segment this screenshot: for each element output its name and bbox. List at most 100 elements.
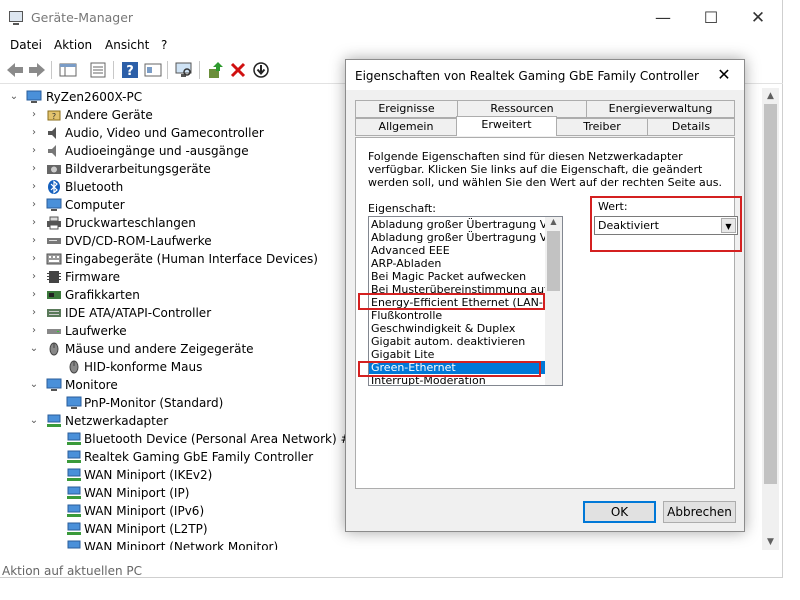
list-item[interactable]: Bei Magic Packet aufwecken (371, 270, 545, 283)
back-arrow-icon[interactable] (5, 60, 25, 80)
tree-item-label: Bluetooth Device (Personal Area Network)… (84, 432, 359, 446)
list-item[interactable]: Flußkontrolle (371, 309, 545, 322)
scan-hardware-icon[interactable] (174, 60, 194, 80)
tree-item[interactable]: › Firmware (28, 268, 328, 286)
chevron-right-icon[interactable]: › (28, 178, 40, 196)
chevron-right-icon[interactable]: › (28, 106, 40, 124)
tab-ereignisse[interactable]: Ereignisse (355, 100, 458, 118)
list-scrollbar[interactable]: ▲ (545, 217, 562, 385)
chevron-down-icon[interactable]: ▼ (721, 218, 736, 233)
menu-help[interactable]: ? (161, 38, 167, 52)
tree-item[interactable]: › Bildverarbeitungsgeräte (28, 160, 328, 178)
tab-energieverwaltung[interactable]: Energieverwaltung (586, 100, 735, 118)
tree-item[interactable]: ⌄ Mäuse und andere Zeigegeräte (28, 340, 328, 358)
scroll-down-arrow-icon[interactable]: ▼ (762, 534, 779, 550)
tab-erweitert[interactable]: Erweitert (456, 116, 557, 136)
tree-item[interactable]: › Druckwarteschlangen (28, 214, 328, 232)
tree-item[interactable]: PnP-Monitor (Standard) (66, 394, 366, 412)
chevron-right-icon[interactable]: › (28, 268, 40, 286)
forward-arrow-icon[interactable] (27, 60, 47, 80)
chevron-down-icon[interactable]: ⌄ (28, 340, 40, 358)
title-bar: Geräte-Manager — ☐ ✕ (0, 0, 783, 34)
tree-item[interactable]: › Eingabegeräte (Human Interface Devices) (28, 250, 328, 268)
chevron-down-icon[interactable]: ⌄ (28, 412, 40, 430)
chevron-right-icon[interactable]: › (28, 196, 40, 214)
tree-item[interactable]: › Audioeingänge und -ausgänge (28, 142, 328, 160)
disable-device-icon[interactable] (251, 60, 271, 80)
close-button[interactable]: ✕ (735, 5, 781, 31)
tree-item[interactable]: › Audio, Video und Gamecontroller (28, 124, 328, 142)
ok-button[interactable]: OK (583, 501, 656, 523)
tree-item[interactable]: HID-konforme Maus (66, 358, 366, 376)
list-item[interactable]: Abladung großer Übertragung V2 (IPv6) (371, 231, 545, 244)
chevron-right-icon[interactable]: › (28, 304, 40, 322)
help-icon[interactable]: ? (120, 60, 140, 80)
chevron-right-icon[interactable]: › (28, 232, 40, 250)
tree-item-label: Audio, Video und Gamecontroller (65, 126, 264, 140)
chevron-down-icon[interactable]: ⌄ (8, 88, 20, 106)
chevron-right-icon[interactable]: › (28, 160, 40, 178)
list-item[interactable]: Gigabit autom. deaktivieren (371, 335, 545, 348)
tree-item[interactable]: › Laufwerke (28, 322, 328, 340)
cancel-button[interactable]: Abbrechen (663, 501, 736, 523)
chevron-down-icon[interactable]: ⌄ (28, 376, 40, 394)
value-dropdown[interactable]: Deaktiviert ▼ (594, 216, 738, 235)
tree-item-label: Realtek Gaming GbE Family Controller (84, 450, 314, 464)
scroll-up-arrow-icon[interactable]: ▲ (545, 217, 562, 230)
list-item[interactable]: Advanced EEE (371, 244, 545, 257)
tree-item[interactable]: › Grafikkarten (28, 286, 328, 304)
list-item[interactable]: ARP-Abladen (371, 257, 545, 270)
display-adapter-icon (47, 291, 61, 299)
tree-item[interactable]: › Bluetooth (28, 178, 328, 196)
tree-item[interactable]: › IDE ATA/ATAPI-Controller (28, 304, 328, 322)
tab-allgemein[interactable]: Allgemein (355, 118, 457, 136)
tree-item[interactable]: Realtek Gaming GbE Family Controller (66, 448, 366, 466)
chevron-right-icon[interactable]: › (28, 250, 40, 268)
dialog-close-button[interactable]: ✕ (712, 64, 736, 86)
minimize-button[interactable]: — (640, 5, 686, 31)
tree-item[interactable]: WAN Miniport (Network Monitor) (66, 538, 366, 550)
mouse-icon (69, 360, 79, 374)
scroll-thumb[interactable] (764, 104, 777, 484)
properties-icon[interactable] (88, 60, 108, 80)
show-hide-console-tree-icon[interactable] (58, 60, 78, 80)
menu-aktion[interactable]: Aktion (54, 38, 92, 52)
menu-ansicht[interactable]: Ansicht (105, 38, 149, 52)
list-item[interactable]: Geschwindigkeit & Duplex (371, 322, 545, 335)
tree-item[interactable]: › Computer (28, 196, 328, 214)
tree-item[interactable]: WAN Miniport (L2TP) (66, 520, 366, 538)
chevron-right-icon[interactable]: › (28, 322, 40, 340)
tree-item[interactable]: ⌄ Netzwerkadapter (28, 412, 328, 430)
tree-item[interactable]: Bluetooth Device (Personal Area Network)… (66, 430, 386, 448)
tree-item-label: HID-konforme Maus (84, 360, 203, 374)
tree-item[interactable]: WAN Miniport (IKEv2) (66, 466, 366, 484)
view-icon[interactable] (143, 60, 163, 80)
tree-scrollbar[interactable]: ▲ ▼ (762, 88, 779, 550)
tree-item[interactable]: ⌄ Monitore (28, 376, 328, 394)
maximize-button[interactable]: ☐ (688, 5, 734, 31)
scroll-up-arrow-icon[interactable]: ▲ (762, 88, 779, 104)
tree-item[interactable]: WAN Miniport (IPv6) (66, 502, 366, 520)
uninstall-x-icon[interactable] (228, 60, 248, 80)
update-driver-icon[interactable] (206, 60, 226, 80)
computer-icon (26, 90, 42, 103)
svg-text:?: ? (126, 64, 134, 79)
tree-item-label: DVD/CD-ROM-Laufwerke (65, 234, 212, 248)
controller-icon (47, 309, 61, 317)
tab-treiber[interactable]: Treiber (556, 118, 648, 136)
svg-text:?: ? (52, 112, 56, 121)
list-item[interactable]: Abladung großer Übertragung V2 (IPv4) (371, 218, 545, 231)
tree-item-label: WAN Miniport (Network Monitor) (84, 540, 279, 550)
tree-item[interactable]: ›? Andere Geräte (28, 106, 328, 124)
menu-datei[interactable]: Datei (10, 38, 42, 52)
tree-item[interactable]: › DVD/CD-ROM-Laufwerke (28, 232, 328, 250)
scroll-thumb[interactable] (547, 231, 560, 291)
tab-details[interactable]: Details (647, 118, 735, 136)
chevron-right-icon[interactable]: › (28, 142, 40, 160)
chevron-right-icon[interactable]: › (28, 286, 40, 304)
chevron-right-icon[interactable]: › (28, 124, 40, 142)
tree-root[interactable]: ⌄ RyZen2600X-PC (8, 88, 208, 106)
list-item[interactable]: Gigabit Lite (371, 348, 545, 361)
chevron-right-icon[interactable]: › (28, 214, 40, 232)
tree-item[interactable]: WAN Miniport (IP) (66, 484, 366, 502)
